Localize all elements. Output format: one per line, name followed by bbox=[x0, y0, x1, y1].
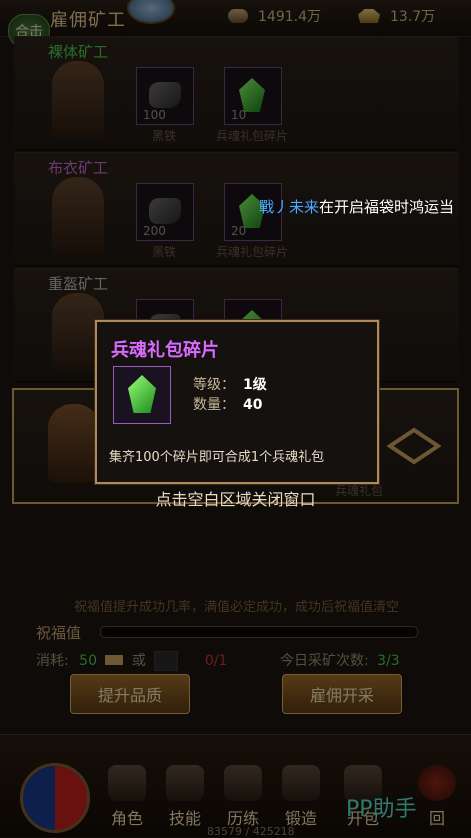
broadcast-message: 戰丿未来在开启福袋时鸿运当 bbox=[259, 196, 454, 217]
item-icon-box bbox=[113, 366, 171, 424]
close-hint: 点击空白区域关闭窗口 bbox=[155, 490, 316, 509]
green-gem-icon bbox=[128, 375, 156, 413]
tooltip-title: 兵魂礼包碎片 bbox=[111, 340, 219, 361]
level-label: 等级： bbox=[193, 377, 235, 393]
broadcast-text: 在开启福袋时鸿运当 bbox=[319, 198, 455, 216]
level-row: 等级： 1级 bbox=[193, 374, 267, 394]
tooltip-description: 集齐100个碎片即可合成1个兵魂礼包 bbox=[109, 450, 325, 465]
broadcast-player: 戰丿未来 bbox=[259, 198, 320, 216]
level-value: 1级 bbox=[243, 377, 267, 393]
quantity-label: 数量： bbox=[193, 397, 235, 413]
quantity-row: 数量： 40 bbox=[193, 394, 262, 414]
item-tooltip: 兵魂礼包碎片 等级： 1级 数量： 40 集齐100个碎片即可合成1个兵魂礼包 bbox=[95, 320, 379, 484]
quantity-value: 40 bbox=[243, 397, 263, 413]
